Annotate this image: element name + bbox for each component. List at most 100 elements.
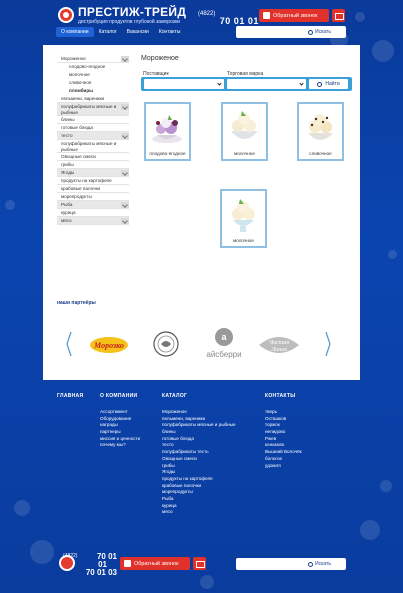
- sidebar-item[interactable]: грибы: [57, 161, 129, 169]
- footer-link[interactable]: пельмени, вареники: [162, 416, 236, 423]
- nav-item-catalog[interactable]: Каталог: [94, 27, 122, 37]
- chevron-down-icon[interactable]: [121, 170, 129, 176]
- footer-link[interactable]: Вышний Волочёк: [265, 449, 302, 456]
- nav-item-about[interactable]: О компании: [56, 27, 94, 37]
- chevron-down-icon[interactable]: [121, 218, 129, 224]
- footer-link[interactable]: Осташков: [265, 416, 302, 423]
- mail-button[interactable]: [332, 9, 345, 22]
- footer-home-link[interactable]: ГЛАВНАЯ: [57, 393, 83, 399]
- supplier-select[interactable]: [144, 79, 224, 89]
- sidebar-item[interactable]: крабовые палочки: [57, 185, 129, 193]
- product-label: молочное: [233, 238, 254, 243]
- footer-link[interactable]: тверь: [265, 409, 302, 416]
- nav-item-contacts[interactable]: Контакты: [154, 27, 186, 37]
- nav-item-vacancies[interactable]: Вакансии: [122, 27, 154, 37]
- logo[interactable]: ПРЕСТИЖ-ТРЕЙД дистрибуция продуктов глуб…: [58, 5, 188, 27]
- sidebar-subitem[interactable]: пломбиры: [57, 87, 129, 95]
- partner-logo-iceberry[interactable]: a айсберри: [203, 326, 245, 362]
- footer-link[interactable]: Ягоды: [162, 469, 236, 476]
- sidebar-item[interactable]: готовые блюда: [57, 124, 129, 132]
- product-card[interactable]: сливочное: [297, 102, 344, 161]
- sidebar-item[interactable]: пельмени, вареники: [57, 95, 129, 103]
- footer-link[interactable]: курица: [162, 503, 236, 510]
- footer-link[interactable]: Мороженое: [162, 409, 236, 416]
- footer-link[interactable]: мясо: [162, 509, 236, 516]
- chevron-down-icon[interactable]: [121, 56, 129, 62]
- carousel-next-icon[interactable]: [325, 331, 331, 357]
- footer-search-input[interactable]: Искать: [236, 558, 346, 570]
- sidebar-item-label: сливочное: [69, 80, 92, 85]
- footer-contacts-title[interactable]: КОНТАКТЫ: [265, 393, 302, 399]
- footer-link[interactable]: Овощные смеси: [162, 456, 236, 463]
- footer-link[interactable]: крабовые палочки: [162, 483, 236, 490]
- partner-logo-zolotaya-rybka[interactable]: [152, 330, 180, 358]
- sidebar-item-label: Рыба: [61, 202, 73, 207]
- sidebar-item-label: Ягоды: [61, 170, 75, 175]
- sidebar-item-label: морепродукты: [61, 194, 92, 199]
- sidebar-item-label: грибы: [61, 162, 74, 167]
- footer-link[interactable]: торжок: [265, 422, 302, 429]
- sidebar-item-label: блины: [61, 117, 75, 122]
- footer-mail-button[interactable]: [193, 557, 206, 570]
- footer-link[interactable]: Рыба: [162, 496, 236, 503]
- sidebar-item[interactable]: тесто: [57, 132, 129, 140]
- sidebar-item-label: пельмени, вареники: [61, 96, 105, 101]
- sidebar-item[interactable]: полуфабрикаты мясные и рыбные: [57, 103, 129, 116]
- footer-link[interactable]: полуфабрикаты мясные и рыбные: [162, 422, 236, 429]
- footer-link[interactable]: миссия и ценности: [100, 436, 140, 443]
- sidebar-item[interactable]: мясо: [57, 217, 129, 225]
- chevron-down-icon[interactable]: [121, 104, 129, 110]
- sidebar-subitem[interactable]: молочное: [57, 71, 129, 79]
- footer-link[interactable]: нелидово: [265, 429, 302, 436]
- footer-col-contacts: КОНТАКТЫ тверь Осташков торжок нелидово Ржев…: [265, 393, 302, 469]
- footer-link[interactable]: тесто: [162, 442, 236, 449]
- sidebar-item[interactable]: курица: [57, 209, 129, 217]
- footer-link[interactable]: бологое: [265, 456, 302, 463]
- footer-link[interactable]: Оборудование: [100, 416, 140, 423]
- chevron-down-icon[interactable]: [121, 133, 129, 139]
- footer-link[interactable]: Ржев: [265, 436, 302, 443]
- chevron-down-icon[interactable]: [121, 202, 129, 208]
- sidebar-item-label: готовые блюда: [61, 125, 93, 130]
- logo-subtitle: дистрибуция продуктов глубокой заморозки: [78, 19, 181, 25]
- sidebar-subitem[interactable]: сливочное: [57, 79, 129, 87]
- sidebar-item[interactable]: Овощные смеси: [57, 153, 129, 161]
- sidebar-subitem[interactable]: плодово-ягодное: [57, 63, 129, 71]
- brand-select[interactable]: [227, 79, 306, 89]
- product-card[interactable]: молочное: [221, 102, 268, 161]
- footer-link[interactable]: Ассортимент: [100, 409, 140, 416]
- footer-link[interactable]: награды: [100, 422, 140, 429]
- footer-about-title[interactable]: О КОМПАНИИ: [100, 393, 140, 399]
- sidebar-item[interactable]: блины: [57, 116, 129, 124]
- partner-logo-chistaya-liniya[interactable]: Чистая Линия: [255, 329, 303, 361]
- footer-link[interactable]: готовые блюда: [162, 436, 236, 443]
- sidebar-item[interactable]: Ягоды: [57, 169, 129, 177]
- callback-button[interactable]: Обратный звонок: [259, 9, 329, 22]
- footer-link[interactable]: удомля: [265, 463, 302, 470]
- footer-link[interactable]: полуфабрикаты тесть: [162, 449, 236, 456]
- partner-logo-morozko[interactable]: Морозко: [89, 334, 129, 356]
- product-card[interactable]: плодово-ягодное: [144, 102, 191, 161]
- header-search-input[interactable]: Искать: [236, 26, 346, 38]
- footer-link[interactable]: партнеры: [100, 429, 140, 436]
- ice-cream-milk-image: [232, 199, 255, 232]
- sidebar-item[interactable]: полуфабрикаты мясные и рыбные: [57, 140, 129, 153]
- footer-link[interactable]: блины: [162, 429, 236, 436]
- sidebar-item[interactable]: морепродукты: [57, 193, 129, 201]
- carousel-prev-icon[interactable]: [66, 331, 72, 357]
- sidebar-item[interactable]: продукты на картофеле: [57, 177, 129, 185]
- header-search-button[interactable]: Искать: [308, 27, 344, 37]
- footer-search-button[interactable]: Искать: [308, 559, 344, 569]
- product-card[interactable]: молочное: [220, 189, 267, 248]
- footer-catalog-title[interactable]: КАТАЛОГ: [162, 393, 236, 399]
- footer-link[interactable]: почему мы?: [100, 442, 140, 449]
- sidebar-item[interactable]: Рыба: [57, 201, 129, 209]
- sidebar-item[interactable]: Мороженое: [57, 55, 129, 63]
- footer-link[interactable]: грибы: [162, 463, 236, 470]
- product-label: сливочное: [309, 151, 332, 156]
- footer-link[interactable]: продукты на картофеле: [162, 476, 236, 483]
- footer-callback-button[interactable]: Обратный звонок: [120, 557, 190, 570]
- page-title: Мороженое: [141, 55, 179, 62]
- find-button[interactable]: Найти: [309, 79, 348, 89]
- footer-link[interactable]: морепродукты: [162, 489, 236, 496]
